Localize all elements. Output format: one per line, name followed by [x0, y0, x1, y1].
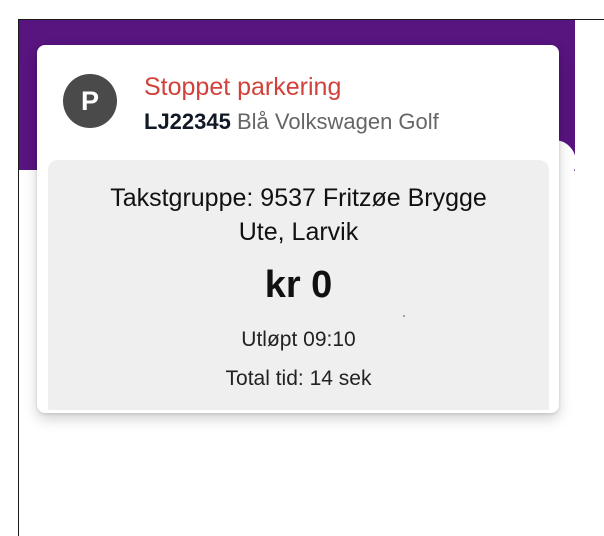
parking-icon-letter: P: [80, 85, 99, 116]
decorative-dot: [403, 315, 405, 317]
parking-price: kr 0: [264, 264, 333, 306]
zone-line-2: Ute, Larvik: [238, 218, 359, 246]
parking-icon: P: [63, 74, 117, 128]
vehicle-line: LJ22345 Blå Volkswagen Golf: [144, 109, 439, 135]
expired-time: Utløpt 09:10: [241, 328, 356, 351]
parking-status-title: Stoppet parkering: [144, 73, 342, 101]
total-duration: Total tid: 14 sek: [225, 367, 372, 390]
zone-line-1: Takstgruppe: 9537 Fritzøe Brygge: [110, 184, 487, 212]
license-plate: LJ22345: [144, 109, 231, 134]
zone-title: Takstgruppe: 9537 Fritzøe Brygge Ute, La…: [60, 181, 537, 249]
vehicle-description: Blå Volkswagen Golf: [236, 109, 439, 134]
